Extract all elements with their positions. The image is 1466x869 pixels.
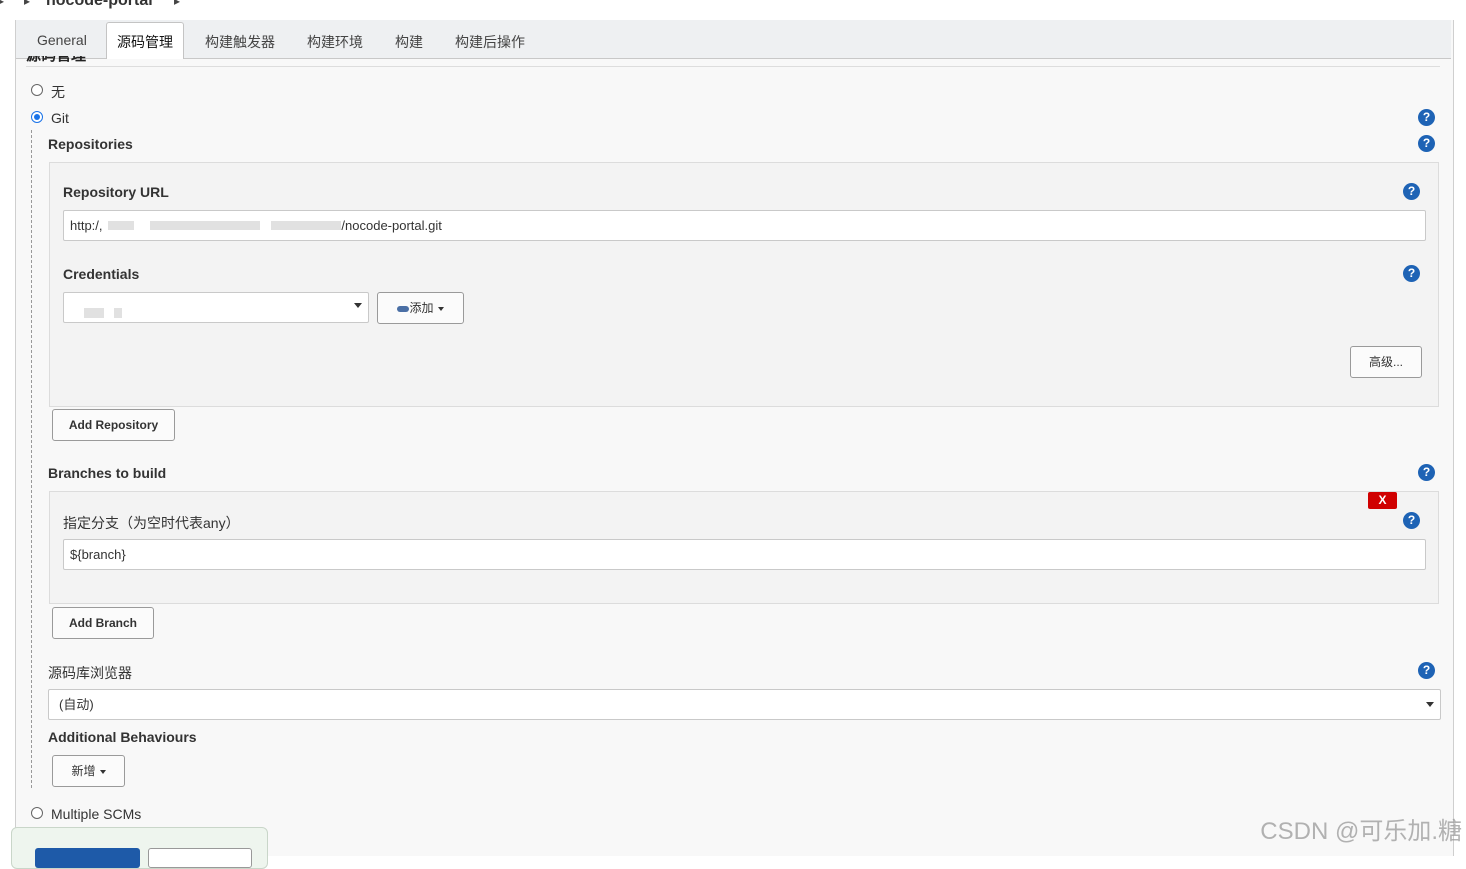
scm-none-radio[interactable]	[31, 84, 43, 96]
repository-browser-label: 源码库浏览器	[48, 665, 132, 681]
add-credentials-button[interactable]: 添加	[377, 292, 464, 324]
chevron-down-icon	[354, 303, 362, 308]
help-icon[interactable]: ?	[1418, 464, 1435, 481]
redacted-text	[149, 221, 260, 230]
help-icon[interactable]: ?	[1418, 662, 1435, 679]
help-icon[interactable]: ?	[1418, 109, 1435, 126]
divider	[26, 66, 1440, 67]
tab-build-environment[interactable]: 构建环境	[307, 32, 363, 52]
redacted-text	[114, 308, 122, 318]
tab-build-triggers[interactable]: 构建触发器	[205, 32, 275, 52]
additional-behaviours-heading: Additional Behaviours	[48, 729, 197, 745]
repository-url-label: Repository URL	[63, 184, 169, 200]
delete-branch-button[interactable]: X	[1368, 492, 1397, 509]
caret-down-icon	[437, 306, 444, 311]
tab-build[interactable]: 构建	[395, 32, 423, 52]
redacted-text	[84, 308, 104, 318]
git-section-guide	[31, 130, 32, 788]
repository-browser-select[interactable]: (自动)	[48, 689, 1441, 720]
credentials-label: Credentials	[63, 266, 140, 282]
branches-heading: Branches to build	[48, 465, 167, 481]
caret-down-icon	[99, 769, 106, 774]
advanced-button[interactable]: 高级...	[1350, 346, 1422, 378]
credentials-select[interactable]	[63, 292, 369, 323]
help-icon[interactable]: ?	[1403, 265, 1420, 282]
tab-post-build[interactable]: 构建后操作	[455, 32, 525, 52]
watermark: CSDN @可乐加.糖	[1260, 818, 1462, 845]
tab-general[interactable]: General	[37, 32, 87, 48]
scm-multiple-radio[interactable]	[31, 807, 43, 819]
branch-specifier-input[interactable]: ${branch}	[63, 539, 1426, 570]
redacted-text	[271, 221, 342, 230]
branch-specifier-label: 指定分支（为空时代表any）	[63, 515, 240, 531]
help-icon[interactable]: ?	[1403, 183, 1420, 200]
breadcrumb-separator-icon: ▸	[24, 0, 31, 8]
key-icon	[397, 305, 410, 312]
add-branch-button[interactable]: Add Branch	[52, 607, 154, 639]
breadcrumb-separator-icon: ▸	[0, 0, 5, 8]
scm-none-label: 无	[51, 84, 65, 100]
config-panel	[15, 20, 1454, 856]
tab-source-code[interactable]: 源码管理	[106, 22, 184, 59]
redacted-text	[108, 221, 135, 230]
chevron-down-icon	[1426, 702, 1434, 707]
tab-bar: General 源码管理 构建触发器 构建环境 构建 构建后操作	[16, 20, 1451, 59]
section-title: 源码管理	[26, 56, 116, 64]
breadcrumb-job-link[interactable]: nocode-portal	[46, 0, 153, 10]
add-behaviour-button[interactable]: 新增	[52, 755, 125, 787]
breadcrumb: ▸ ▸ nocode-portal ▸	[0, 0, 1466, 20]
add-repository-button[interactable]: Add Repository	[52, 409, 175, 441]
repositories-heading: Repositories	[48, 136, 133, 152]
help-icon[interactable]: ?	[1418, 135, 1435, 152]
scm-git-label: Git	[51, 110, 69, 126]
scm-git-radio[interactable]	[31, 111, 43, 123]
save-button[interactable]	[35, 848, 140, 868]
help-icon[interactable]: ?	[1403, 512, 1420, 529]
repository-box	[49, 162, 1439, 407]
apply-button[interactable]	[148, 848, 252, 868]
repository-url-input[interactable]: http:/, /nocode-portal.git	[63, 210, 1426, 241]
scm-multiple-label: Multiple SCMs	[51, 806, 142, 822]
breadcrumb-dropdown-icon[interactable]: ▸	[174, 0, 180, 8]
